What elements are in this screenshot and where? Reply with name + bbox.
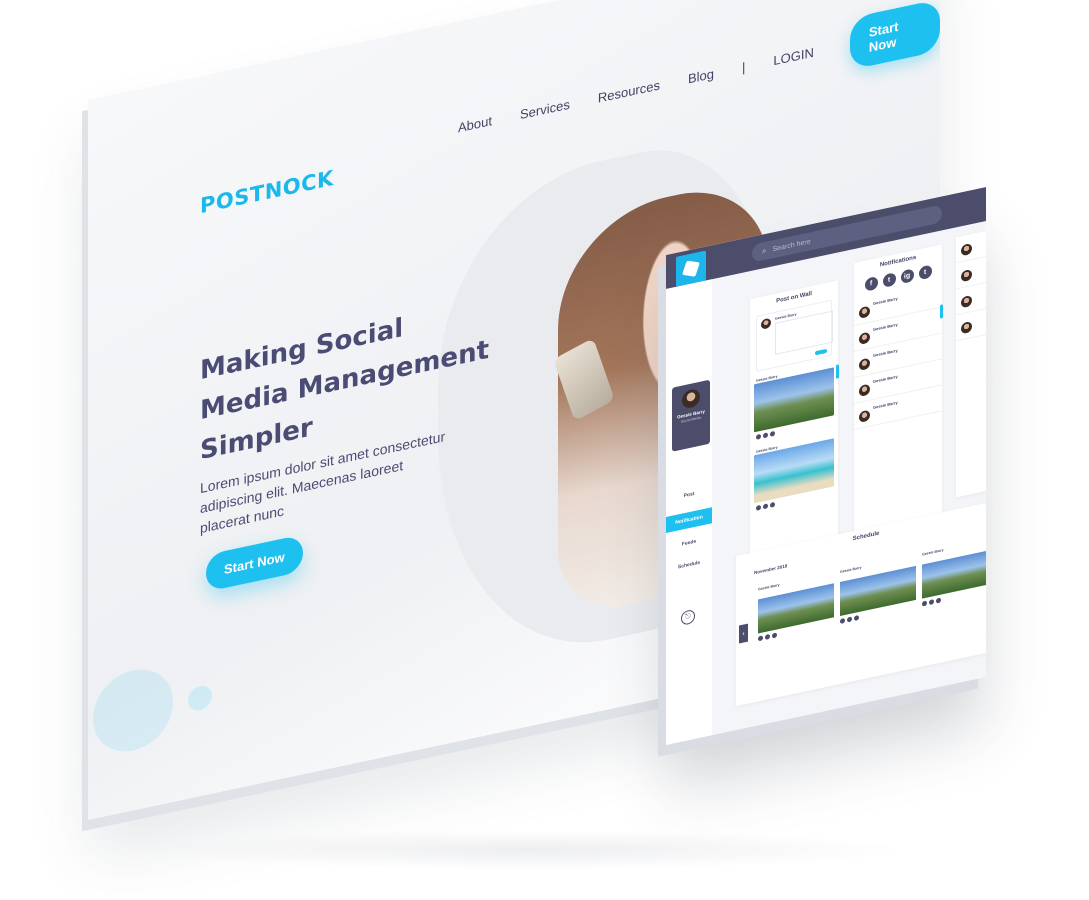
- twitter-icon[interactable]: t: [918, 264, 932, 281]
- notification-author: Gessie Barry: [873, 295, 898, 307]
- nav-blog[interactable]: Blog: [688, 65, 714, 86]
- profile-card[interactable]: Gessie Barry Social Media: [672, 379, 710, 452]
- notification-author: Gessie Barry: [873, 399, 898, 411]
- avatar: [859, 357, 870, 371]
- avatar: [859, 383, 870, 397]
- post-button[interactable]: [815, 348, 827, 356]
- sidebar-item-notification[interactable]: Notification: [666, 507, 712, 533]
- nav-resources[interactable]: Resources: [598, 77, 660, 105]
- notifications-panel: Notifications f t ig t Gessie Barry Gess…: [854, 244, 943, 534]
- avatar: [961, 294, 972, 309]
- search-placeholder: Search here: [772, 237, 811, 253]
- twitter-icon[interactable]: t: [882, 272, 896, 288]
- avatar: [961, 242, 972, 257]
- dashboard-sidebar: Gessie Barry Social Media Post Notificat…: [666, 279, 712, 745]
- schedule-card[interactable]: Gessie Barry: [840, 554, 916, 627]
- sidebar-item-post[interactable]: Post: [666, 487, 712, 503]
- login-link[interactable]: LOGIN: [773, 44, 813, 68]
- sidebar-item-schedule[interactable]: Schedule: [666, 557, 712, 573]
- instagram-icon[interactable]: ig: [900, 268, 914, 285]
- search-icon: ⌕: [762, 245, 767, 256]
- brand-logo[interactable]: POSTNOCK: [200, 166, 334, 218]
- sidebar-item-feeds[interactable]: Feeds: [666, 535, 712, 551]
- avatar: [961, 268, 972, 283]
- feeds-panel: [956, 228, 986, 498]
- schedule-card[interactable]: Gessie Barry: [922, 536, 986, 609]
- facebook-icon[interactable]: f: [864, 276, 878, 292]
- list-item[interactable]: Gessie Barry: [754, 361, 834, 443]
- list-item[interactable]: Gessie Barry: [754, 432, 834, 514]
- post-on-wall-panel: Post on Wall Gessie Barry Gessie Barry G…: [750, 280, 839, 570]
- notification-author: Gessie Barry: [873, 347, 898, 359]
- logout-icon[interactable]: ⎋: [681, 608, 695, 626]
- avatar: [859, 409, 870, 423]
- compose-box[interactable]: Gessie Barry: [756, 299, 833, 372]
- avatar: [859, 331, 870, 345]
- decor-circle-small: [188, 683, 212, 713]
- avatar: [961, 320, 972, 335]
- chevron-left-icon[interactable]: ‹: [739, 623, 748, 644]
- nav-about[interactable]: About: [458, 113, 492, 135]
- hero-start-now-button[interactable]: Start Now: [206, 534, 303, 592]
- decor-circle: [93, 661, 173, 759]
- nav-start-now-button[interactable]: Start Now: [849, 0, 940, 71]
- avatar: [682, 387, 700, 410]
- top-nav: About Services Resources Blog | LOGIN St…: [458, 0, 940, 153]
- schedule-card[interactable]: Gessie Barry: [758, 571, 834, 644]
- dashboard-screen: ⌕ Search here Gessie Barry Social Media …: [666, 186, 986, 745]
- avatar: [761, 317, 771, 330]
- notification-author: Gessie Barry: [873, 373, 898, 385]
- mockup-stage: POSTNOCK About Services Resources Blog |…: [0, 0, 1089, 900]
- floor-shadow: [150, 830, 910, 870]
- avatar: [859, 305, 870, 319]
- scrollbar[interactable]: [836, 364, 839, 379]
- notification-author: Gessie Barry: [873, 321, 898, 333]
- nav-services[interactable]: Services: [520, 96, 570, 122]
- nav-separator: |: [742, 58, 746, 75]
- scrollbar[interactable]: [940, 304, 943, 319]
